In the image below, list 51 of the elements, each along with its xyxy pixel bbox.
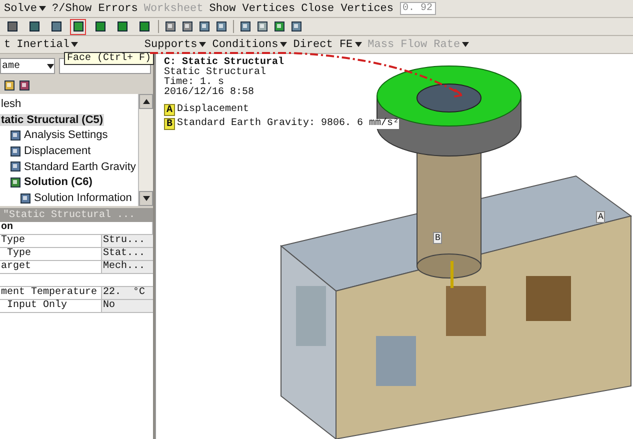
toolbar-dropdown[interactable]: Direct FE (293, 38, 362, 50)
tree-item[interactable]: lesh (0, 98, 22, 110)
scrollbar[interactable] (138, 94, 153, 206)
property-value: 22. °C (102, 287, 153, 299)
property-value: Stru... (102, 235, 153, 247)
details-header: "Static Structural ... (0, 206, 153, 222)
toolbar-dropdown[interactable]: Inertial (16, 38, 78, 50)
analysis-info: Time: 1. s (164, 78, 226, 88)
tooltip: Face (Ctrl+ F) (64, 52, 154, 65)
caret-icon (199, 42, 206, 46)
caret-icon (39, 6, 46, 10)
select-mode-button[interactable] (70, 18, 86, 34)
analysis-info: Static Structural (164, 68, 268, 78)
value-field[interactable]: 0. 92 (400, 2, 436, 15)
scroll-up-icon (142, 99, 150, 104)
tree-node-icon (10, 146, 21, 157)
caret-icon (280, 42, 288, 46)
toolbar-button[interactable]: Show Vertices (209, 2, 296, 14)
tree-item[interactable]: tatic Structural (C5) (0, 114, 104, 126)
tree-item[interactable]: Displacement (23, 145, 92, 158)
legend-label: Standard Earth Gravity: 9806. 6 mm/s² (177, 119, 400, 129)
property-value: Stat... (102, 248, 153, 260)
analysis-title: C: Static Structural (164, 58, 286, 68)
filter-dropdown[interactable]: ame (0, 58, 55, 74)
tree-node-icon (10, 130, 21, 141)
section-label: on (0, 222, 153, 234)
toolbar-button[interactable]: Close Vertices (301, 2, 394, 14)
property-value: Mech... (102, 261, 153, 273)
marker-label: B (433, 232, 442, 244)
analysis-info: 2016/12/16 8:58 (164, 88, 256, 98)
tree-item[interactable]: Analysis Settings (23, 129, 109, 142)
legend-label: Displacement (177, 105, 250, 115)
scroll-down-icon (142, 196, 150, 201)
tree-item[interactable]: Solution (C6) (23, 176, 94, 188)
tree-node-icon (10, 161, 21, 172)
caret-icon (354, 42, 362, 46)
marker-label: A (596, 211, 606, 223)
tree-item[interactable]: Standard Earth Gravity (23, 160, 137, 173)
toolbar-button[interactable]: ?/Show Errors (52, 2, 138, 14)
legend-key: B (164, 118, 175, 130)
caret-icon (47, 64, 54, 68)
toolbar-dropdown[interactable]: t (4, 38, 11, 50)
legend-key: A (164, 104, 175, 116)
caret-icon (71, 42, 78, 46)
property-value: No (102, 300, 153, 312)
tree-node-icon (10, 176, 21, 188)
toolbar-dropdown[interactable]: Supports (144, 38, 206, 50)
tree-item[interactable]: Solution Information (33, 192, 133, 204)
toolbar-dropdown[interactable]: Conditions (212, 38, 288, 50)
toolbar-dropdown[interactable]: Solve (4, 2, 46, 14)
caret-icon (462, 42, 470, 46)
